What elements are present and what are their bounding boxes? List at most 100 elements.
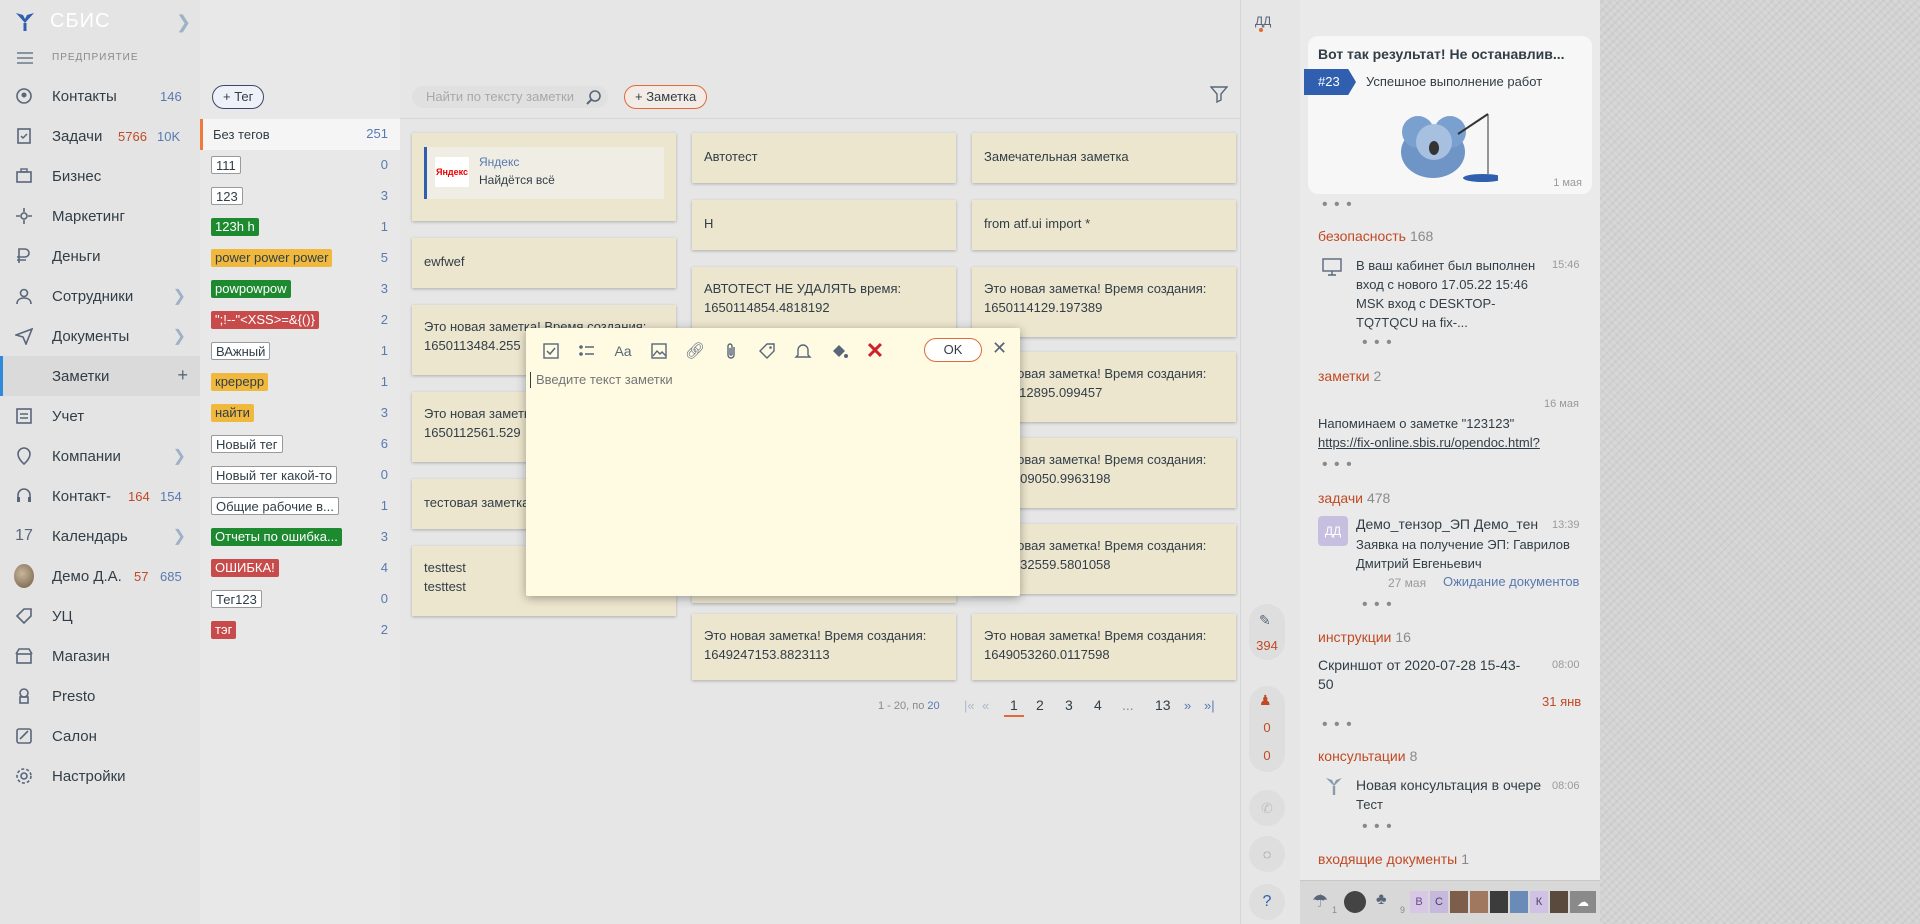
new-note-dialog[interactable]: Aa 🔗︎ ✕ OK ✕ [526, 328, 1020, 596]
page-link[interactable]: 2 [1036, 697, 1044, 713]
chevron-right-icon[interactable]: ❯ [173, 286, 186, 306]
section-instructions[interactable]: инструкции 16 [1318, 629, 1411, 645]
nav-item-accounting[interactable]: Учет [0, 396, 200, 436]
nav-item-contact-center[interactable]: Контакт- 164 154 [0, 476, 200, 516]
avatar-letter[interactable]: К [1530, 891, 1548, 913]
tag-row[interactable]: 111 0 [200, 150, 400, 181]
filter-icon[interactable] [1209, 85, 1229, 106]
nav-item-companies[interactable]: Компании ❯ [0, 436, 200, 476]
note-card[interactable]: from atf.ui import * [972, 200, 1236, 250]
paperclip-icon[interactable] [720, 340, 742, 362]
nav-item-employees[interactable]: Сотрудники ❯ [0, 276, 200, 316]
add-note-plus-icon[interactable]: + [177, 365, 188, 386]
tag-row[interactable]: Тег123 0 [200, 584, 400, 615]
search-icon[interactable] [586, 89, 602, 108]
help-button[interactable]: ? [1249, 884, 1285, 920]
nav-item-tasks[interactable]: Задачи 5766 10K [0, 116, 200, 156]
section-consultations[interactable]: консультации 8 [1318, 748, 1417, 764]
close-icon[interactable]: ✕ [992, 338, 1007, 359]
nav-item-user-profile[interactable]: Демо Д.А. 57 685 [0, 556, 200, 596]
group-icon[interactable]: ♣ [1376, 891, 1387, 909]
tag-row[interactable]: кререрр 1 [200, 367, 400, 398]
task-status[interactable]: Ожидание документов [1443, 574, 1579, 589]
avatar[interactable] [1490, 891, 1508, 913]
prev-page-icon[interactable]: « [982, 698, 989, 713]
page-link[interactable]: 13 [1155, 697, 1171, 713]
note-card[interactable]: Это новая заметка! Время создания: 16501… [972, 267, 1236, 337]
note-card[interactable]: Это новая заметка! Время создания: 16492… [692, 614, 956, 680]
tag-row[interactable]: 123h h 1 [200, 212, 400, 243]
tag-row[interactable]: powpowpow 3 [200, 274, 400, 305]
chevron-right-icon[interactable]: ❯ [173, 326, 186, 346]
note-card[interactable]: Автотест [692, 133, 956, 183]
nav-item-shop[interactable]: Магазин [0, 636, 200, 676]
tag-row[interactable]: Общие рабочие в... 1 [200, 491, 400, 522]
add-note-button[interactable]: + Заметка [624, 85, 708, 109]
menu-icon[interactable] [17, 52, 33, 64]
tag-row[interactable]: тэг 2 [200, 615, 400, 646]
avatar[interactable] [1470, 891, 1488, 913]
tag-row[interactable]: ";!--"<XSS>=&{()} 2 [200, 305, 400, 336]
link-preview[interactable]: Яндекс Яндекс Найдётся всё [424, 147, 664, 199]
side-widget[interactable]: ✎ 394 [1249, 604, 1285, 660]
side-widget[interactable]: ♟ 0 0 [1249, 686, 1285, 772]
nav-item-marketing[interactable]: Маркетинг [0, 196, 200, 236]
fill-color-icon[interactable] [828, 340, 850, 362]
page-current[interactable]: 1 [1004, 697, 1024, 717]
section-notes[interactable]: заметки 2 [1318, 368, 1381, 384]
next-page-icon[interactable]: » [1184, 698, 1191, 713]
nav-item-uc[interactable]: УЦ [0, 596, 200, 636]
bell-icon[interactable] [792, 340, 814, 362]
tag-row[interactable]: ВАжный 1 [200, 336, 400, 367]
add-tag-button[interactable]: + Тег [212, 85, 265, 109]
note-text-input[interactable] [530, 368, 1014, 588]
phone-icon[interactable]: ✆ [1249, 790, 1285, 826]
nav-item-business[interactable]: Бизнес [0, 156, 200, 196]
chevron-right-icon[interactable]: ❯ [173, 526, 186, 546]
section-tasks[interactable]: задачи 478 [1318, 490, 1390, 506]
page-size[interactable]: 20 [927, 700, 939, 712]
note-card[interactable]: Это новая заметка! Время создания: 16490… [972, 614, 1236, 680]
search-input[interactable]: Найти по тексту заметки [412, 86, 608, 108]
avatar-letter[interactable]: В [1410, 891, 1428, 913]
avatar[interactable] [1450, 891, 1468, 913]
more-dots-icon[interactable]: • • • [1322, 456, 1353, 474]
ok-button[interactable]: OK [924, 338, 982, 362]
more-dots-icon[interactable]: • • • [1362, 596, 1393, 614]
avatar-letter[interactable]: С [1430, 891, 1448, 913]
nav-item-salon[interactable]: Салон [0, 716, 200, 756]
note-card[interactable]: ewfwef [412, 238, 676, 288]
note-card[interactable]: Н [692, 200, 956, 250]
avatar[interactable] [1550, 891, 1568, 913]
avatar[interactable] [1510, 891, 1528, 913]
delete-note-icon[interactable]: ✕ [864, 338, 886, 363]
note-card[interactable]: АВТОТЕСТ НЕ УДАЛЯТЬ время: 1650114854.48… [692, 267, 956, 337]
user-initials-avatar[interactable]: ДД [1255, 14, 1271, 28]
tag-row[interactable]: 123 3 [200, 181, 400, 212]
sbis-logo-icon[interactable] [14, 10, 36, 32]
checkbox-icon[interactable] [540, 340, 562, 362]
chevron-right-icon[interactable]: ❯ [173, 446, 186, 466]
note-card[interactable]: Замечательная заметка [972, 133, 1236, 183]
more-dots-icon[interactable]: • • • [1362, 818, 1393, 836]
more-dots-icon[interactable]: • • • [1362, 334, 1393, 352]
chat-icon[interactable]: ◌ [1249, 836, 1285, 872]
nav-item-notes[interactable]: Заметки + [0, 356, 200, 396]
section-incoming-docs[interactable]: входящие документы 1 [1318, 851, 1469, 867]
section-security[interactable]: безопасность 168 [1318, 228, 1433, 244]
last-page-icon[interactable]: »| [1204, 698, 1215, 713]
nav-item-calendar[interactable]: 17 Календарь ❯ [0, 516, 200, 556]
page-link[interactable]: 3 [1065, 697, 1073, 713]
font-size-icon[interactable]: Aa [612, 340, 634, 362]
bullet-list-icon[interactable] [576, 340, 598, 362]
nav-expand-icon[interactable]: ❯ [176, 12, 191, 33]
tag-row[interactable]: ОШИБКА! 4 [200, 553, 400, 584]
avatar[interactable] [1344, 891, 1366, 913]
palm-tree-icon[interactable]: ☂ [1312, 891, 1328, 912]
note-card-yandex[interactable]: Яндекс Яндекс Найдётся всё [412, 133, 676, 221]
nav-item-settings[interactable]: Настройки [0, 756, 200, 796]
dock-more-icon[interactable]: ☁ [1570, 891, 1596, 913]
more-dots-icon[interactable]: • • • [1322, 196, 1353, 214]
tag-row[interactable]: найти 3 [200, 398, 400, 429]
tag-row[interactable]: Новый тег 6 [200, 429, 400, 460]
